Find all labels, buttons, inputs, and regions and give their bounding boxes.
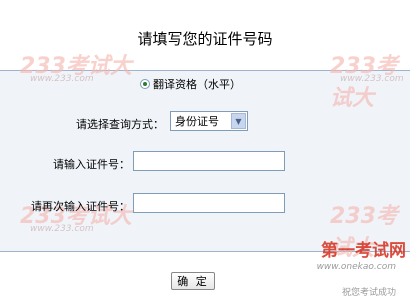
id-number-label: 请输入证件号： xyxy=(53,158,130,171)
id-number-confirm-label: 请再次输入证件号： xyxy=(31,200,130,213)
radio-button[interactable] xyxy=(140,79,150,89)
watermark-site-title: 第一考试网 xyxy=(321,241,406,261)
watermark-url: www.233.com xyxy=(340,74,404,84)
watermark-url: www.233.com xyxy=(30,74,94,84)
id-number-input[interactable] xyxy=(133,151,285,171)
exam-type-label: 翻译资格（水平） xyxy=(153,78,241,91)
query-method-label: 请选择查询方式： xyxy=(76,118,164,131)
page-title: 请填写您的证件号码 xyxy=(137,30,273,48)
chevron-down-icon[interactable]: ▼ xyxy=(231,113,246,129)
query-method-select[interactable]: 身份证号 ▼ xyxy=(170,111,248,131)
id-number-confirm-input[interactable] xyxy=(133,193,285,213)
submit-button[interactable]: 确 定 xyxy=(171,272,215,290)
watermark-slogan: 祝您考试成功 xyxy=(341,288,396,298)
radio-checked-dot xyxy=(143,82,147,86)
watermark-url: www.233.com xyxy=(30,224,94,234)
watermark-site-url: www.onekao.com xyxy=(316,262,396,272)
query-method-value: 身份证号 xyxy=(175,115,219,128)
exam-type-radio-row[interactable]: 翻译资格（水平） xyxy=(140,77,241,91)
